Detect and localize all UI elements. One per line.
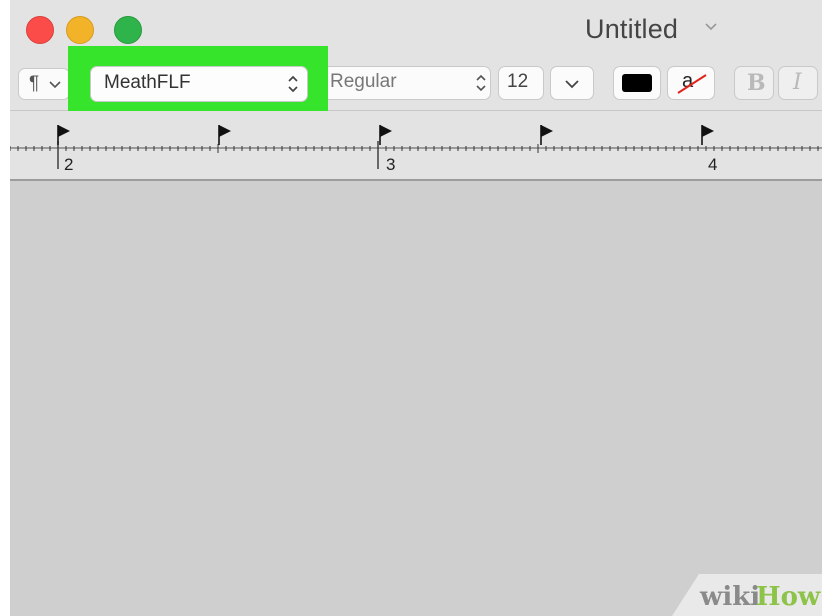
paragraph-icon: ¶ bbox=[29, 73, 40, 94]
chevron-down-icon[interactable] bbox=[704, 20, 718, 34]
bold-label: B bbox=[747, 70, 766, 96]
ruler[interactable]: 2 3 4 bbox=[10, 111, 822, 181]
ruler-label: 2 bbox=[64, 155, 74, 174]
tab-stop-marker[interactable] bbox=[219, 125, 231, 137]
font-size-field[interactable]: 12 bbox=[498, 66, 544, 100]
ruler-label: 3 bbox=[386, 155, 396, 174]
ruler-label: 4 bbox=[708, 155, 718, 174]
document-body[interactable] bbox=[10, 181, 822, 616]
paragraph-styles-button[interactable]: ¶ bbox=[18, 68, 70, 100]
zoom-button[interactable] bbox=[114, 16, 142, 44]
chevron-down-icon bbox=[565, 80, 579, 89]
up-down-arrows-icon bbox=[476, 74, 486, 92]
highlight-color-well[interactable]: a bbox=[667, 66, 715, 100]
textedit-window: Untitled ¶ Regular 12 a B I MeathFLF 2 3… bbox=[10, 0, 822, 616]
bold-button[interactable]: B bbox=[734, 66, 774, 100]
no-highlight-slash-icon bbox=[677, 74, 707, 94]
up-down-arrows-icon bbox=[288, 75, 298, 93]
font-family-value: MeathFLF bbox=[104, 72, 191, 93]
italic-button[interactable]: I bbox=[778, 66, 818, 100]
watermark-wiki: wiki bbox=[700, 582, 761, 612]
watermark-how: How bbox=[756, 582, 821, 612]
tab-stop-marker[interactable] bbox=[380, 125, 392, 137]
close-button[interactable] bbox=[26, 16, 54, 44]
text-color-swatch bbox=[622, 74, 652, 92]
minimize-button[interactable] bbox=[66, 16, 94, 44]
font-family-select[interactable]: MeathFLF bbox=[90, 66, 308, 102]
italic-label: I bbox=[793, 70, 802, 95]
text-color-well[interactable] bbox=[613, 66, 661, 100]
tab-stop-marker[interactable] bbox=[541, 125, 553, 137]
ruler-scale bbox=[10, 125, 822, 169]
tab-stop-marker[interactable] bbox=[58, 125, 70, 137]
window-title[interactable]: Untitled bbox=[585, 14, 678, 45]
chevron-down-icon bbox=[49, 81, 61, 89]
font-size-menu-button[interactable] bbox=[550, 66, 594, 100]
tab-stop-marker[interactable] bbox=[702, 125, 714, 137]
font-size-value: 12 bbox=[507, 71, 529, 92]
font-style-select[interactable]: Regular bbox=[322, 66, 491, 100]
font-style-value: Regular bbox=[330, 71, 397, 92]
